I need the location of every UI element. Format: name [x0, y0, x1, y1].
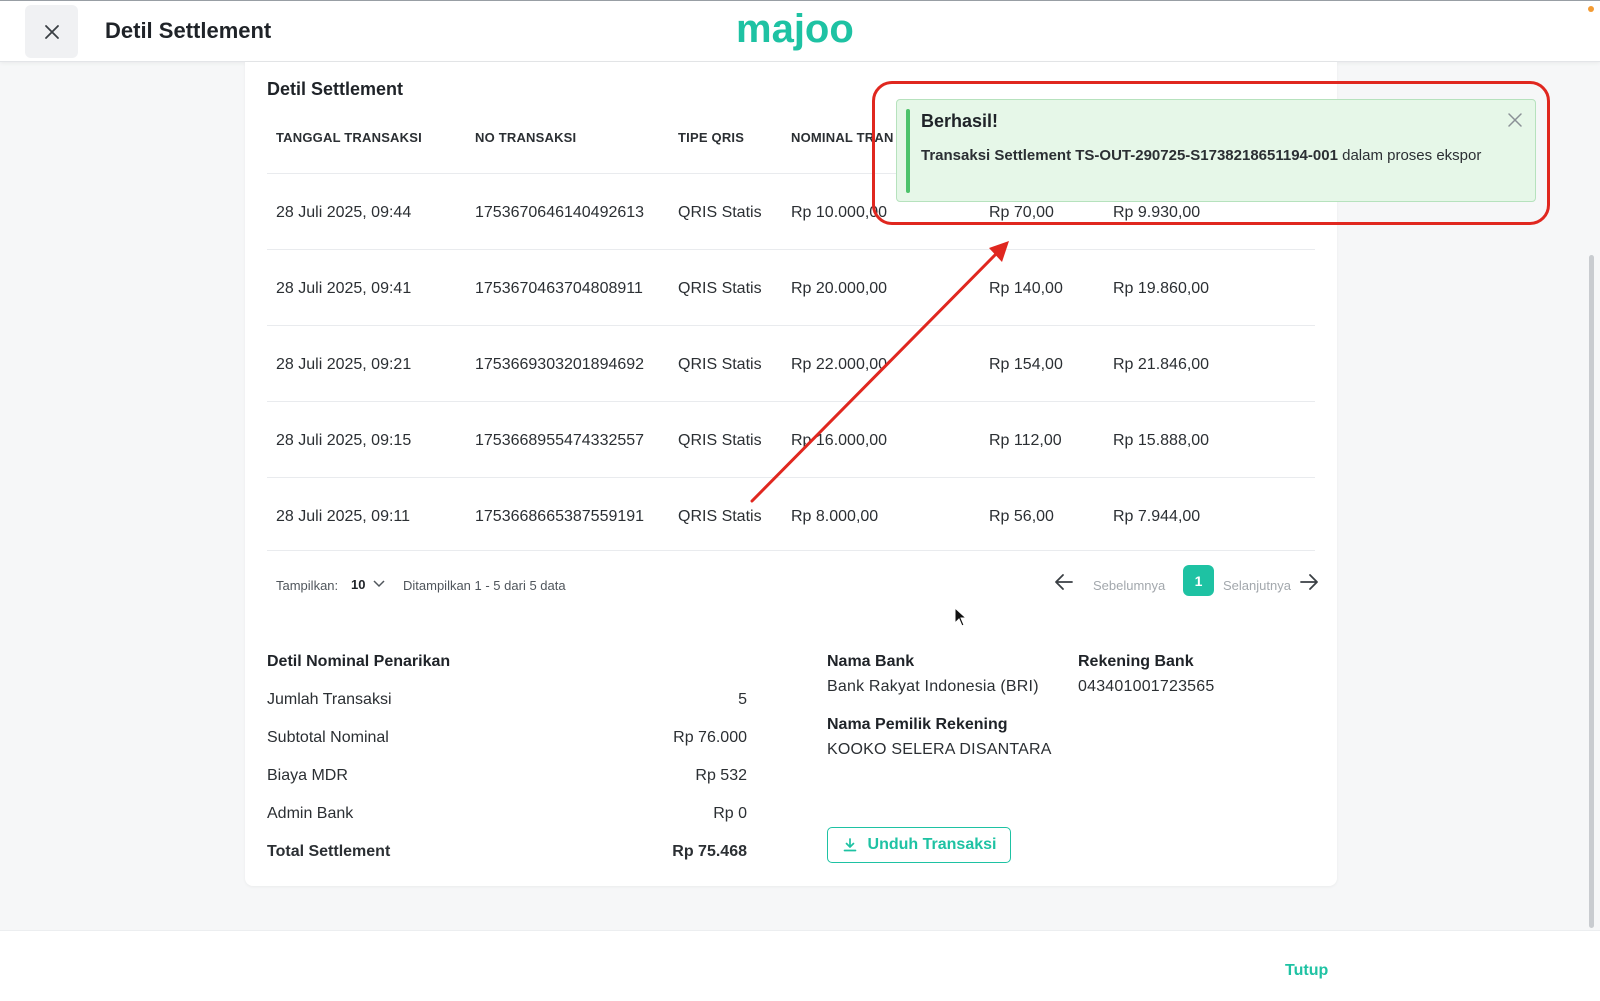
page-title: Detil Settlement	[105, 18, 272, 43]
bank-name-value: Bank Rakyat Indonesia (BRI)	[827, 678, 1039, 695]
close-icon	[44, 24, 59, 39]
download-transactions-button[interactable]: Unduh Transaksi	[827, 827, 1011, 863]
download-icon	[843, 838, 856, 852]
toast-message-rest: dalam proses ekspor	[1337, 147, 1482, 164]
table-row: 28 Juli 2025, 09:11 1753668665387559191 …	[267, 477, 1315, 553]
cell-type: QRIS Statis	[678, 432, 762, 449]
cell-date: 28 Juli 2025, 09:11	[276, 508, 411, 525]
footer: Tutup	[0, 930, 1600, 1001]
cell-nominal: Rp 16.000,00	[791, 432, 888, 449]
owner-label: Nama Pemilik Rekening	[827, 716, 1008, 733]
col-header-date[interactable]: TANGGAL TRANSAKSI	[276, 130, 422, 145]
summary-value: Rp 0	[713, 805, 747, 822]
total-settlement-value: Rp 75.468	[672, 843, 747, 860]
toast-message: Transaksi Settlement TS-OUT-290725-S1738…	[921, 142, 1501, 169]
col-header-nominal[interactable]: NOMINAL TRAN	[791, 130, 894, 145]
cell-mdr: Rp 154,00	[989, 356, 1063, 373]
summary-value: Rp 532	[695, 767, 747, 784]
chevron-down-icon	[373, 580, 385, 588]
cell-nominal: Rp 8.000,00	[791, 508, 879, 525]
cell-nominal: Rp 22.000,00	[791, 356, 888, 373]
cell-mdr: Rp 140,00	[989, 280, 1063, 297]
table-row: 28 Juli 2025, 09:15 1753668955474332557 …	[267, 401, 1315, 477]
cell-no: 1753668665387559191	[475, 508, 645, 525]
summary-title: Detil Nominal Penarikan	[267, 653, 451, 670]
card-title: Detil Settlement	[267, 79, 404, 99]
cell-nominal: Rp 20.000,00	[791, 280, 888, 297]
table-row: 28 Juli 2025, 09:21 1753669303201894692 …	[267, 325, 1315, 401]
table-row: 28 Juli 2025, 09:41 1753670463704808911 …	[267, 249, 1315, 325]
cell-no: 1753670463704808911	[475, 280, 643, 297]
cell-date: 28 Juli 2025, 09:41	[276, 280, 412, 297]
cell-net: Rp 15.888,00	[1113, 432, 1210, 449]
pagination-bar: Tampilkan: 10 Ditampilkan 1 - 5 dari 5 d…	[267, 550, 1318, 596]
summary-label: Subtotal Nominal	[267, 729, 389, 746]
cell-type: QRIS Statis	[678, 356, 762, 373]
header: Detil Settlement majoo	[0, 1, 1600, 62]
cell-date: 28 Juli 2025, 09:44	[276, 204, 412, 221]
toast-title: Berhasil!	[921, 111, 999, 131]
prev-page-button[interactable]	[1053, 571, 1077, 595]
current-page-button[interactable]: 1	[1183, 565, 1214, 596]
page-size-label: Tampilkan:	[276, 578, 339, 593]
page-size-value: 10	[351, 576, 366, 592]
summary-value: Rp 76.000	[673, 729, 747, 746]
cell-net: Rp 19.860,00	[1113, 280, 1210, 297]
summary-value: 5	[738, 691, 747, 708]
arrow-right-icon	[1300, 574, 1318, 590]
page-size-select[interactable]: 10	[351, 574, 385, 594]
close-icon	[1508, 113, 1522, 127]
arrow-left-icon	[1055, 574, 1073, 590]
account-number: 043401001723565	[1078, 678, 1215, 695]
scrollbar-thumb[interactable]	[1589, 255, 1594, 928]
cell-no: 1753670646140492613	[475, 204, 645, 221]
logo-text: majoo	[736, 10, 854, 51]
notification-dot	[1588, 6, 1594, 12]
mouse-cursor-icon	[954, 607, 968, 627]
cell-net: Rp 21.846,00	[1113, 356, 1210, 373]
col-header-no[interactable]: NO TRANSAKSI	[475, 130, 576, 145]
majoo-logo: majoo	[736, 7, 868, 59]
cell-type: QRIS Statis	[678, 204, 762, 221]
cell-net: Rp 7.944,00	[1113, 508, 1201, 525]
cell-mdr: Rp 56,00	[989, 508, 1054, 525]
account-label: Rekening Bank	[1078, 653, 1194, 670]
next-page-label[interactable]: Selanjutnya	[1223, 578, 1291, 593]
cell-type: QRIS Statis	[678, 508, 762, 525]
cell-type: QRIS Statis	[678, 280, 762, 297]
cell-net: Rp 9.930,00	[1113, 204, 1201, 221]
cell-no: 1753669303201894692	[475, 356, 645, 373]
pagination-info: Ditampilkan 1 - 5 dari 5 data	[403, 578, 566, 593]
cell-date: 28 Juli 2025, 09:15	[276, 432, 412, 449]
summary-label: Admin Bank	[267, 805, 354, 822]
cell-no: 1753668955474332557	[475, 432, 645, 449]
close-button[interactable]	[25, 5, 78, 58]
total-settlement-label: Total Settlement	[267, 843, 391, 860]
bank-name-label: Nama Bank	[827, 653, 915, 670]
col-header-type[interactable]: TIPE QRIS	[678, 130, 744, 145]
next-page-button[interactable]	[1298, 571, 1322, 595]
cell-mdr: Rp 112,00	[989, 432, 1062, 449]
download-button-label: Unduh Transaksi	[867, 836, 997, 853]
cell-mdr: Rp 70,00	[989, 204, 1054, 221]
close-footer-button[interactable]: Tutup	[1285, 962, 1328, 980]
owner-name: KOOKO SELERA DISANTARA	[827, 741, 1052, 758]
cell-date: 28 Juli 2025, 09:21	[276, 356, 412, 373]
toast-accent-bar	[906, 109, 910, 193]
success-toast: Berhasil! Transaksi Settlement TS-OUT-29…	[896, 99, 1536, 202]
summary-label: Biaya MDR	[267, 767, 348, 784]
toast-close-button[interactable]	[1506, 111, 1524, 129]
prev-page-label[interactable]: Sebelumnya	[1093, 578, 1165, 593]
toast-message-bold: Transaksi Settlement TS-OUT-290725-S1738…	[921, 147, 1338, 164]
cell-nominal: Rp 10.000,00	[791, 204, 888, 221]
summary-label: Jumlah Transaksi	[267, 691, 392, 708]
